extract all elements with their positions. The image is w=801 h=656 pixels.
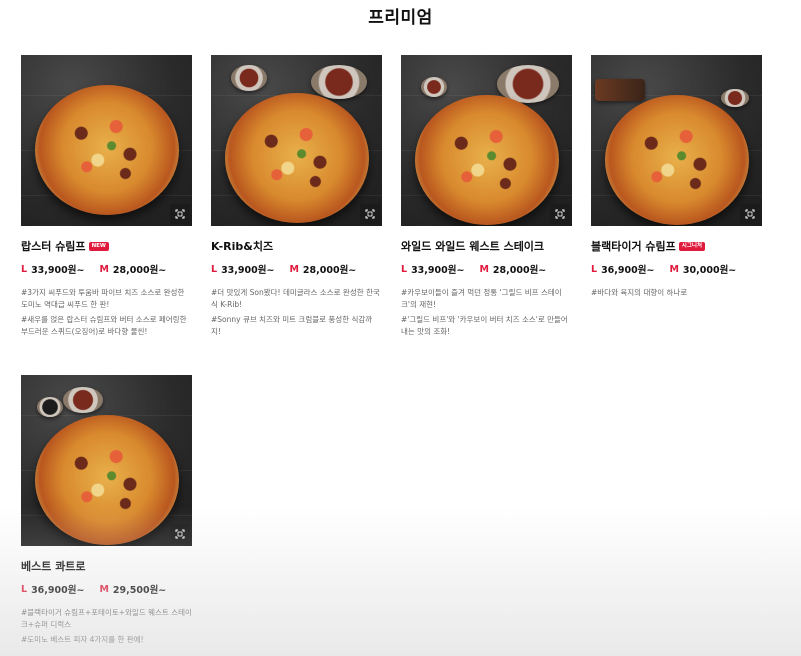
size-medium-label: M bbox=[99, 583, 109, 595]
product-name[interactable]: 베스트 콰트로 bbox=[21, 558, 86, 574]
side-dish-image bbox=[721, 89, 749, 107]
size-large-label: L bbox=[591, 263, 598, 275]
zoom-icon bbox=[365, 209, 375, 219]
price-large: 33,900원~ bbox=[31, 265, 85, 276]
size-large-label: L bbox=[21, 583, 28, 595]
size-large-label: L bbox=[21, 263, 28, 275]
side-dish-image bbox=[311, 65, 367, 99]
product-card-k-rib-cheese[interactable]: K-Rib&치즈 L 33,900원~ M 28,000원~ #더 맛있게 So… bbox=[211, 55, 382, 341]
price-medium: 28,000원~ bbox=[302, 265, 357, 276]
product-name[interactable]: 랍스터 슈림프 bbox=[21, 238, 86, 254]
zoom-icon bbox=[175, 529, 185, 539]
product-description: #3가지 씨푸드와 투움바 파이브 치즈 소스로 완성한 도미노 역대급 씨푸드… bbox=[21, 287, 192, 338]
price-medium: 29,500원~ bbox=[112, 585, 167, 596]
zoom-button[interactable] bbox=[170, 524, 190, 544]
signature-badge: 시그니처 bbox=[678, 241, 706, 251]
price-medium: 30,000원~ bbox=[682, 265, 737, 276]
description-line: #3가지 씨푸드와 투움바 파이브 치즈 소스로 완성한 도미노 역대급 씨푸드… bbox=[21, 288, 185, 309]
side-dish-image bbox=[421, 77, 447, 97]
price-medium: 28,000원~ bbox=[492, 265, 547, 276]
description-line: #Sonny 큐브 치즈와 미트 크럼블로 풍성한 식감까지! bbox=[211, 315, 373, 336]
price-large: 33,900원~ bbox=[411, 265, 465, 276]
product-image[interactable] bbox=[591, 55, 762, 226]
size-large-label: L bbox=[401, 263, 408, 275]
product-image[interactable] bbox=[401, 55, 572, 226]
product-card-best-quattro[interactable]: 베스트 콰트로 L 36,900원~ M 29,500원~ #블랙타이거 슈림프… bbox=[21, 375, 192, 649]
price-medium: 28,000원~ bbox=[112, 265, 167, 276]
section-title: 프리미엄 bbox=[368, 8, 433, 28]
side-dish-image bbox=[63, 387, 103, 413]
description-line: #바다와 육지의 대향이 하나로 bbox=[591, 288, 688, 297]
product-image[interactable] bbox=[211, 55, 382, 226]
zoom-icon bbox=[745, 209, 755, 219]
zoom-button[interactable] bbox=[550, 204, 570, 224]
product-card-black-tiger-shrimp[interactable]: 블랙타이거 슈림프 시그니처 L 36,900원~ M 30,000원~ #바다… bbox=[591, 55, 762, 302]
price-large: 36,900원~ bbox=[601, 265, 655, 276]
product-image[interactable] bbox=[21, 375, 192, 546]
side-dish-image bbox=[37, 397, 63, 417]
product-description: #블랙타이거 슈림프+포테이토+와일드 웨스트 스테이크+슈퍼 디럭스 #도미노… bbox=[21, 607, 192, 646]
zoom-button[interactable] bbox=[360, 204, 380, 224]
size-medium-label: M bbox=[669, 263, 679, 275]
description-line: #블랙타이거 슈림프+포테이토+와일드 웨스트 스테이크+슈퍼 디럭스 bbox=[21, 608, 192, 629]
new-badge: NEW bbox=[88, 241, 109, 251]
pizza-image bbox=[225, 93, 369, 223]
pizza-image bbox=[35, 415, 179, 545]
product-name[interactable]: 와일드 와일드 웨스트 스테이크 bbox=[401, 238, 544, 254]
pizza-image bbox=[605, 95, 749, 225]
product-description: #바다와 육지의 대향이 하나로 bbox=[591, 287, 762, 299]
product-card-lobster-shrimp[interactable]: 랍스터 슈림프 NEW L 33,900원~ M 28,000원~ #3가지 씨… bbox=[21, 55, 192, 341]
product-description: #더 맛있게 Son봤다! 데미글라스 소스로 완성한 한국식 K-Rib! #… bbox=[211, 287, 382, 338]
product-description: #카우보이들이 즐겨 먹던 정통 '그릴드 비프 스테이크'의 재현! #'그릴… bbox=[401, 287, 572, 338]
size-large-label: L bbox=[211, 263, 218, 275]
description-line: #'그릴드 비프'와 '카우보이 버터 치즈 소스'로 만들어 내는 맛의 조화… bbox=[401, 315, 568, 336]
description-line: #도미노 베스트 피자 4가지를 한 판에! bbox=[21, 635, 144, 644]
description-line: #더 맛있게 Son봤다! 데미글라스 소스로 완성한 한국식 K-Rib! bbox=[211, 288, 380, 309]
side-dish-image bbox=[595, 79, 645, 101]
zoom-icon bbox=[555, 209, 565, 219]
price-large: 36,900원~ bbox=[31, 585, 85, 596]
pizza-image bbox=[35, 85, 179, 215]
product-image[interactable] bbox=[21, 55, 192, 226]
price-large: 33,900원~ bbox=[221, 265, 275, 276]
product-name[interactable]: 블랙타이거 슈림프 bbox=[591, 238, 676, 254]
zoom-icon bbox=[175, 209, 185, 219]
zoom-button[interactable] bbox=[170, 204, 190, 224]
product-card-wild-west-steak[interactable]: 와일드 와일드 웨스트 스테이크 L 33,900원~ M 28,000원~ #… bbox=[401, 55, 572, 341]
size-medium-label: M bbox=[289, 263, 299, 275]
size-medium-label: M bbox=[479, 263, 489, 275]
pizza-image bbox=[415, 95, 559, 225]
product-name[interactable]: K-Rib&치즈 bbox=[211, 238, 273, 254]
description-line: #카우보이들이 즐겨 먹던 정통 '그릴드 비프 스테이크'의 재현! bbox=[401, 288, 562, 309]
side-dish-image bbox=[231, 65, 267, 91]
zoom-button[interactable] bbox=[740, 204, 760, 224]
size-medium-label: M bbox=[99, 263, 109, 275]
description-line: #새우를 얹은 랍스터 슈림프와 버터 소스로 페어링한 부드러운 스퀴드(오징… bbox=[21, 315, 187, 336]
